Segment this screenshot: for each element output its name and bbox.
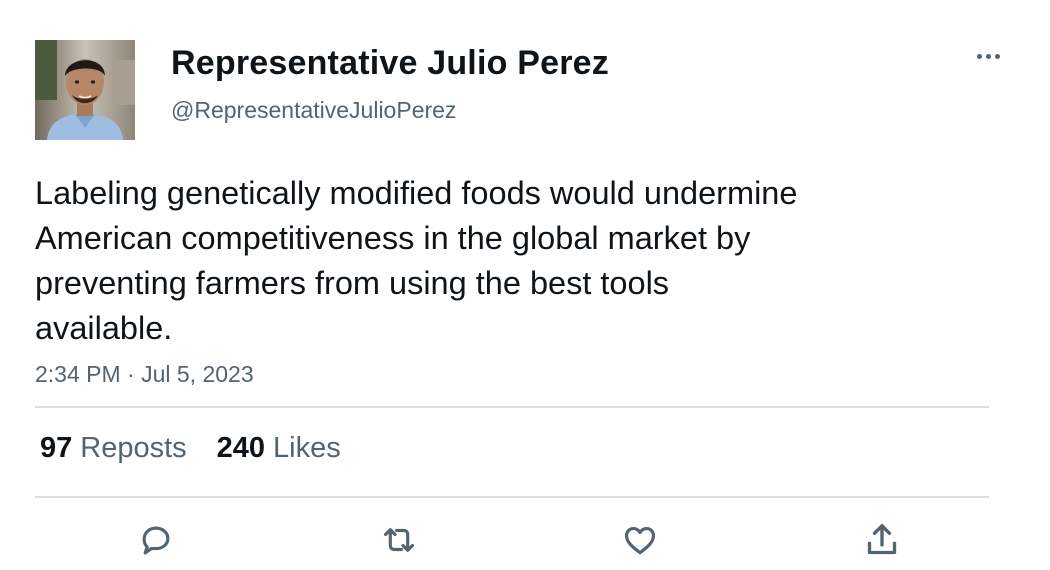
likes-label: Likes xyxy=(273,432,341,464)
reply-button[interactable] xyxy=(134,518,178,562)
share-button[interactable] xyxy=(860,518,904,562)
avatar-portrait xyxy=(35,40,135,140)
tweet-timestamp[interactable]: 2:34 PM · Jul 5, 2023 xyxy=(35,361,254,388)
more-options-button[interactable] xyxy=(970,42,1006,70)
divider xyxy=(35,496,989,498)
heart-icon xyxy=(624,527,656,555)
tweet-text: Labeling genetically modified foods woul… xyxy=(35,175,798,346)
share-icon xyxy=(867,524,897,555)
reposts-label: Reposts xyxy=(80,432,187,464)
reposts-stat[interactable]: 97 Reposts xyxy=(40,432,187,465)
like-button[interactable] xyxy=(618,518,662,562)
more-dot xyxy=(985,53,991,59)
repost-button[interactable] xyxy=(377,518,421,562)
engagement-stats: 97 Reposts 240 Likes xyxy=(40,432,371,465)
author-handle[interactable]: @RepresentativeJulioPerez xyxy=(171,97,456,124)
avatar[interactable] xyxy=(35,40,135,140)
author-display-name[interactable]: Representative Julio Perez xyxy=(171,44,609,83)
divider xyxy=(35,406,989,408)
more-horizontal-icon xyxy=(976,53,982,59)
more-dot xyxy=(994,53,1000,59)
reposts-count: 97 xyxy=(40,432,73,464)
tweet-card: Representative Julio Perez @Representati… xyxy=(0,0,1050,570)
repost-icon xyxy=(383,528,415,552)
likes-stat[interactable]: 240 Likes xyxy=(217,432,341,465)
reply-icon xyxy=(142,526,170,555)
likes-count: 240 xyxy=(216,432,266,464)
